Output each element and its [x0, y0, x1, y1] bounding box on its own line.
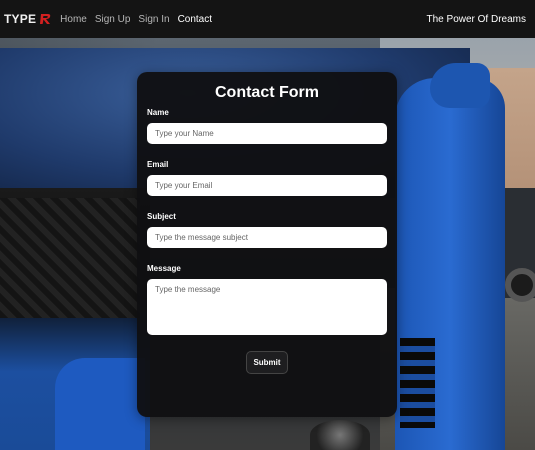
nav-link-sign-in[interactable]: Sign In [138, 14, 169, 25]
name-input[interactable] [147, 123, 387, 144]
message-label: Message [147, 264, 181, 273]
brand-logo[interactable]: TYPE [4, 12, 52, 26]
nav-links: Home Sign Up Sign In Contact [60, 14, 212, 25]
submit-wrap: Submit [147, 351, 387, 374]
brand-text: TYPE [4, 12, 37, 26]
subject-input[interactable] [147, 227, 387, 248]
car-mirror [430, 63, 490, 108]
message-textarea[interactable] [147, 279, 387, 335]
name-label: Name [147, 108, 169, 117]
email-input[interactable] [147, 175, 387, 196]
nav-link-contact[interactable]: Contact [178, 14, 212, 25]
nav-link-home[interactable]: Home [60, 14, 87, 25]
message-group: Message [147, 264, 387, 335]
navbar: TYPE Home Sign Up Sign In Contact The Po… [0, 0, 535, 38]
subject-group: Subject [147, 212, 387, 248]
background-wheel [505, 268, 535, 302]
nav-link-sign-up[interactable]: Sign Up [95, 14, 131, 25]
submit-button[interactable]: Submit [246, 351, 288, 374]
car-side-vent [400, 338, 435, 428]
car-grille [0, 198, 140, 318]
subject-label: Subject [147, 212, 176, 221]
form-title: Contact Form [215, 84, 319, 101]
tagline: The Power Of Dreams [426, 13, 526, 25]
car-lower-bumper [55, 358, 145, 450]
contact-form: Contact Form Name Email Subject Message … [137, 72, 397, 417]
car-foglight [310, 420, 370, 450]
email-group: Email [147, 160, 387, 196]
name-group: Name [147, 108, 387, 144]
email-label: Email [147, 160, 169, 169]
type-r-logo-icon [40, 14, 51, 24]
